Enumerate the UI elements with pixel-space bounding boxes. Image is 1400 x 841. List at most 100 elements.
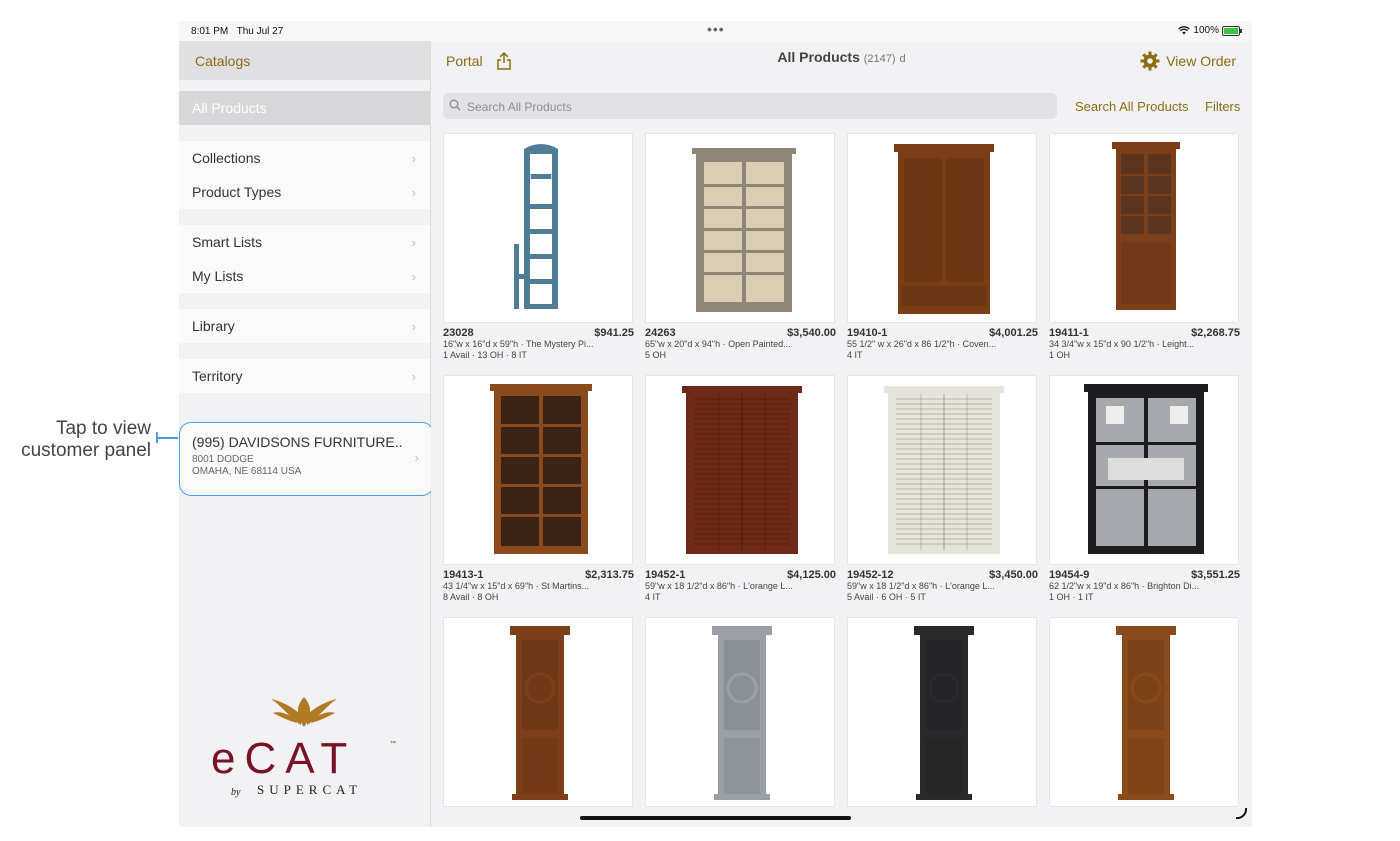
product-sku: 19452-12	[847, 569, 894, 581]
product-image[interactable]	[443, 133, 633, 323]
product-sku: 19410-1	[847, 327, 888, 339]
product-description: 55 1/2" w x 26"d x 86 1/2"h · Coven...	[847, 339, 997, 349]
sidebar-item-smart-lists[interactable]: Smart Lists ›	[179, 225, 430, 259]
product-image[interactable]	[847, 375, 1037, 565]
multitask-dots-icon[interactable]: •••	[707, 21, 725, 37]
chevron-right-icon: ›	[411, 318, 416, 334]
sidebar-item-collections[interactable]: Collections ›	[179, 141, 430, 175]
product-description: 34 3/4"w x 15"d x 90 1/2"h · Leight...	[1049, 339, 1195, 349]
status-time: 8:01 PM	[191, 26, 229, 37]
callout-tick	[156, 432, 158, 443]
ipad-screen: 8:01 PM Thu Jul 27 ••• 100% Catalogs All…	[179, 21, 1252, 827]
product-card[interactable]: 23028 $941.25 16"w x 16"d x 59"h · The Mys…	[443, 133, 634, 361]
product-stock: 8 Avail · 8 OH	[443, 592, 499, 602]
chevron-right-icon: ›	[411, 268, 416, 284]
product-image[interactable]	[645, 375, 835, 565]
product-card[interactable]	[645, 617, 836, 807]
product-sku: 24263	[645, 327, 676, 339]
product-card[interactable]: 19452-12 $3,450.00 59"w x 18 1/2"d x 86"h …	[847, 375, 1038, 603]
product-image[interactable]	[443, 375, 633, 565]
product-price: $2,268.75	[1191, 327, 1240, 339]
product-image[interactable]	[443, 617, 633, 807]
product-image[interactable]	[1049, 617, 1239, 807]
customer-address-line2: OMAHA, NE 68114 USA	[192, 466, 302, 477]
product-image[interactable]	[847, 617, 1037, 807]
callout-connector	[156, 437, 178, 439]
product-description: 65"w x 20"d x 94"h · Open Painted...	[645, 339, 791, 349]
chevron-right-icon: ›	[411, 234, 416, 250]
corner-arc-icon	[1235, 807, 1248, 820]
product-image[interactable]	[645, 133, 835, 323]
product-card[interactable]: 19413-1 $2,313.75 43 1/4"w x 15"d x 69"h ·…	[443, 375, 634, 603]
sidebar-item-product-types[interactable]: Product Types ›	[179, 175, 430, 209]
product-description: 59"w x 18 1/2"d x 86"h · L'orange L...	[645, 581, 793, 591]
product-card[interactable]: 19411-1 $2,268.75 34 3/4"w x 15"d x 90 1/2…	[1049, 133, 1240, 361]
product-sku: 23028	[443, 327, 474, 339]
product-image[interactable]	[1049, 375, 1239, 565]
product-stock: 1 Avail · 13 OH · 8 IT	[443, 350, 527, 360]
view-order-button[interactable]: View Order	[1166, 53, 1236, 69]
main-content: Portal All Products (2147) d View Order …	[431, 41, 1252, 827]
product-image[interactable]	[645, 617, 835, 807]
count-suffix: d	[899, 53, 906, 65]
page-title: All Products (2147) d	[777, 49, 906, 65]
search-all-products-button[interactable]: Search All Products	[1075, 99, 1188, 114]
chevron-right-icon: ›	[411, 184, 416, 200]
status-date: Thu Jul 27	[236, 26, 284, 37]
sidebar-item-library[interactable]: Library ›	[179, 309, 430, 343]
product-sku: 19454-9	[1049, 569, 1090, 581]
product-count: (2147)	[863, 53, 896, 65]
product-card[interactable]	[847, 617, 1038, 807]
chevron-right-icon: ›	[411, 150, 416, 166]
product-price: $4,001.25	[989, 327, 1038, 339]
battery-percent: 100%	[1193, 25, 1219, 36]
product-card[interactable]	[1049, 617, 1240, 807]
product-card[interactable]: 24263 $3,540.00 65"w x 20"d x 94"h · Open …	[645, 133, 836, 361]
product-card[interactable]	[443, 617, 634, 807]
product-price: $941.25	[594, 327, 634, 339]
sidebar-item-my-lists[interactable]: My Lists ›	[179, 259, 430, 293]
customer-panel-button[interactable]: (995) DAVIDSONS FURNITURE... 8001 DODGE …	[179, 422, 434, 496]
product-price: $3,450.00	[989, 569, 1038, 581]
chevron-right-icon: ›	[414, 450, 419, 465]
svg-text:SUPERCAT: SUPERCAT	[257, 782, 362, 797]
product-price: $3,551.25	[1191, 569, 1240, 581]
product-stock: 4 IT	[847, 350, 863, 360]
svg-text:eCAT: eCAT	[211, 734, 356, 783]
top-toolbar: Portal All Products (2147) d View Order	[431, 41, 1252, 80]
product-card[interactable]: 19454-9 $3,551.25 62 1/2"w x 19"d x 86"h ·…	[1049, 375, 1240, 603]
product-card[interactable]: 19452-1 $4,125.00 59"w x 18 1/2"d x 86"h ·…	[645, 375, 836, 603]
filters-button[interactable]: Filters	[1205, 99, 1240, 114]
callout-line1: Tap to view	[55, 418, 151, 439]
product-price: $2,313.75	[585, 569, 634, 581]
chevron-right-icon: ›	[411, 368, 416, 384]
product-image[interactable]	[847, 133, 1037, 323]
battery-icon	[1222, 25, 1242, 36]
catalogs-header[interactable]: Catalogs	[179, 41, 430, 80]
product-stock: 1 OH · 1 IT	[1049, 592, 1094, 602]
svg-text:by: by	[231, 787, 241, 798]
product-stock: 4 IT	[645, 592, 661, 602]
customer-name: (995) DAVIDSONS FURNITURE...	[192, 434, 402, 450]
search-box	[443, 93, 1057, 121]
callout-annotation: Tap to view customer panel	[21, 418, 151, 462]
sidebar: Catalogs All Products Collections › Produ…	[179, 41, 434, 827]
search-input[interactable]	[465, 93, 1049, 121]
home-indicator	[580, 816, 851, 820]
search-row: Search All Products Filters	[443, 93, 1243, 121]
product-image[interactable]	[1049, 133, 1239, 323]
product-description: 59"w x 18 1/2"d x 86"h · L'orange L...	[847, 581, 995, 591]
search-icon	[449, 99, 461, 111]
product-description: 43 1/4"w x 15"d x 69"h · St Martins...	[443, 581, 590, 591]
product-price: $3,540.00	[787, 327, 836, 339]
sidebar-item-all-products[interactable]: All Products	[179, 91, 430, 125]
ecat-logo: eCAT ™ by SUPERCAT	[211, 697, 396, 798]
gear-icon[interactable]	[1140, 51, 1160, 71]
customer-address-line1: 8001 DODGE	[192, 454, 254, 465]
product-description: 62 1/2"w x 19"d x 86"h · Brighton Di...	[1049, 581, 1200, 591]
sidebar-item-territory[interactable]: Territory ›	[179, 359, 430, 393]
status-bar: 8:01 PM Thu Jul 27 ••• 100%	[179, 21, 1252, 41]
product-stock: 5 OH	[645, 350, 667, 360]
wifi-icon	[1178, 26, 1191, 35]
product-card[interactable]: 19410-1 $4,001.25 55 1/2" w x 26"d x 86 1/…	[847, 133, 1038, 361]
